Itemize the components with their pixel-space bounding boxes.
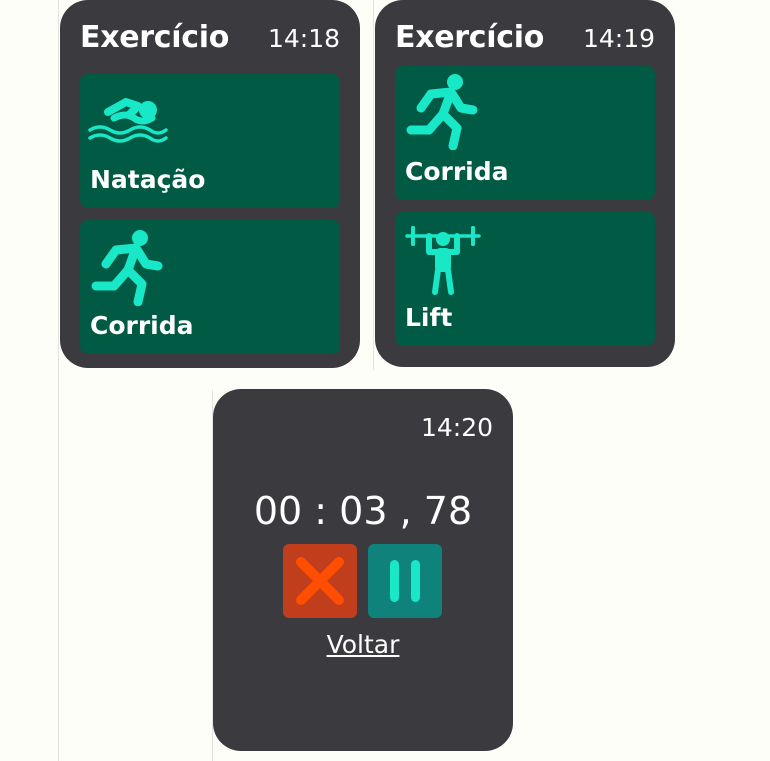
card-label: Corrida [405, 157, 509, 186]
runner-icon [91, 230, 163, 306]
exercise-card-corrida[interactable]: Corrida [395, 66, 655, 200]
close-icon [296, 557, 344, 605]
cancel-button[interactable] [283, 544, 357, 618]
elapsed-timer: 00 : 03 , 78 [253, 489, 473, 533]
clock-time: 14:18 [267, 24, 340, 53]
divider-left [58, 0, 59, 761]
card-label: Natação [90, 165, 206, 194]
pause-button[interactable] [368, 544, 442, 618]
runner-icon [406, 74, 478, 150]
watch-screen-exercise-list-2: Exercício 14:19 Corrida Lift [375, 0, 675, 367]
screen-title: Exercício [395, 20, 545, 55]
swimmer-icon [88, 98, 168, 143]
clock-time: 14:20 [420, 413, 493, 442]
exercise-card-lift[interactable]: Lift [395, 212, 655, 346]
back-link[interactable]: Voltar [213, 630, 513, 659]
screen-title: Exercício [80, 20, 230, 55]
card-label: Lift [405, 303, 453, 332]
clock-time: 14:19 [582, 24, 655, 53]
weightlifter-icon [405, 226, 481, 295]
exercise-card-natacao[interactable]: Natação [80, 74, 340, 208]
watch-screen-stopwatch: 14:20 00 : 03 , 78 Voltar [213, 389, 513, 751]
card-label: Corrida [90, 311, 194, 340]
divider-middle [373, 0, 374, 370]
exercise-card-corrida[interactable]: Corrida [80, 220, 340, 354]
watch-screen-exercise-list-1: Exercício 14:18 Natação Corrida [60, 0, 360, 368]
pause-icon [390, 560, 420, 602]
